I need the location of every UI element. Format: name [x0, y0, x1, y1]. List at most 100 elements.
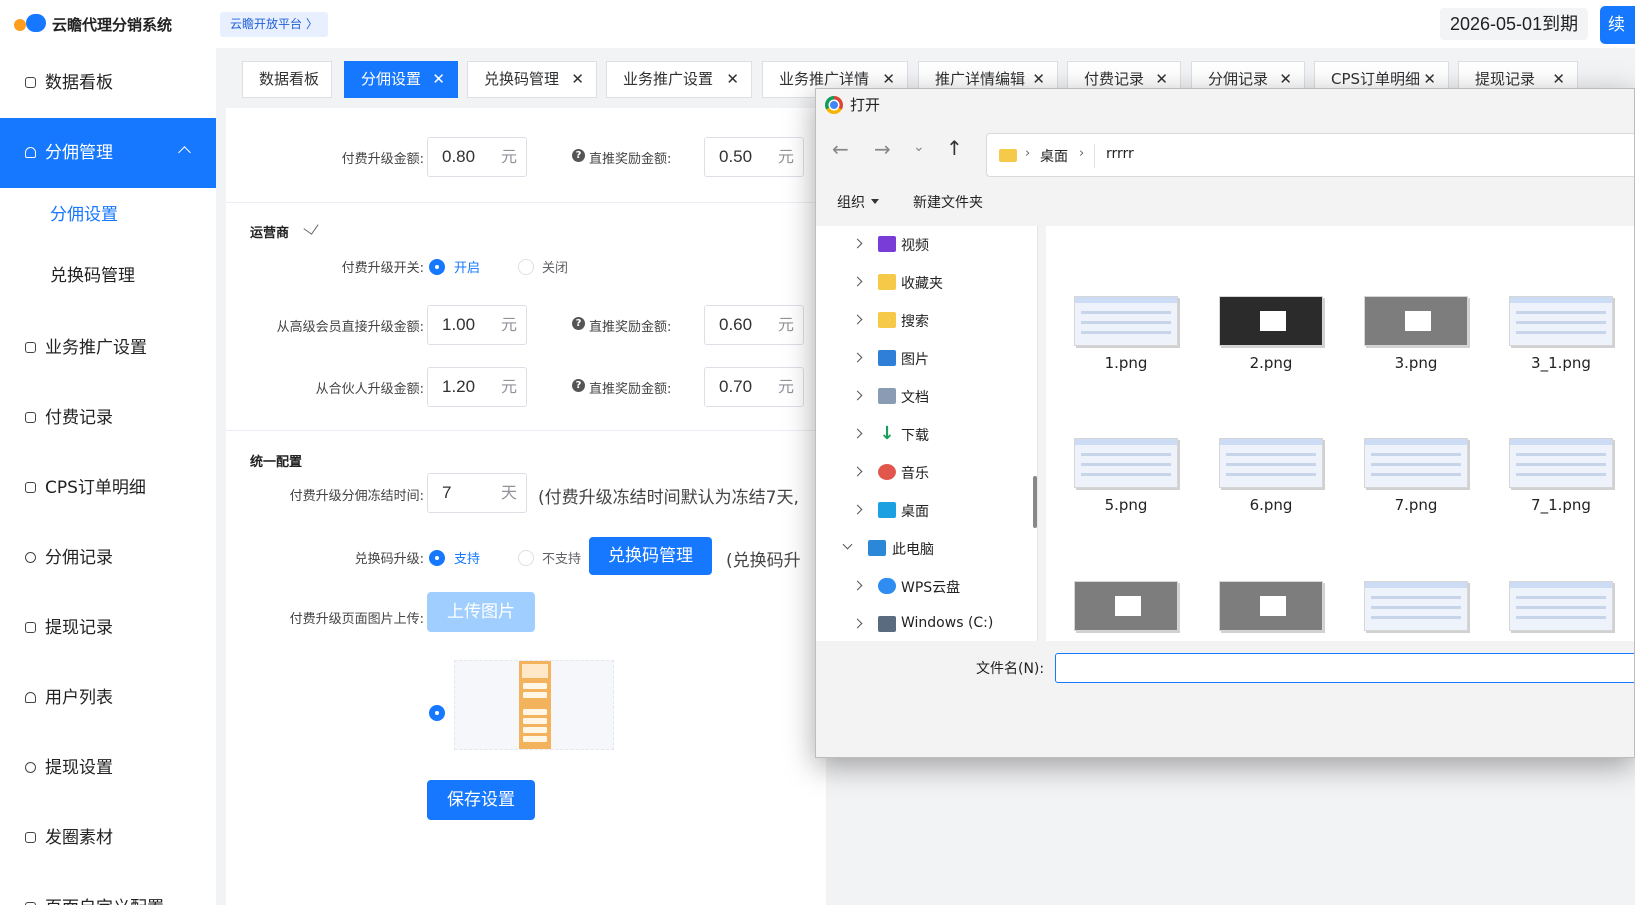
- tree-item-label: WPS云盘: [901, 580, 961, 596]
- freeze-time-input[interactable]: 7 天: [427, 473, 527, 513]
- tab-dashboard[interactable]: 数据看板: [242, 61, 332, 98]
- help-icon[interactable]: ?: [572, 379, 585, 392]
- file-thumbnail: [1219, 581, 1323, 631]
- sidebar-item-label: 提现设置: [45, 758, 113, 778]
- file-thumbnail: [1364, 296, 1468, 346]
- radio-on[interactable]: [429, 259, 445, 275]
- sidebar-item-payment-records[interactable]: 付费记录: [0, 383, 216, 453]
- sidebar-item-moments-material[interactable]: 发圈素材: [0, 803, 216, 873]
- radio-not-support[interactable]: [518, 550, 534, 566]
- chevron-right-icon[interactable]: [852, 428, 863, 439]
- redeem-manage-button[interactable]: 兑换码管理: [589, 537, 712, 575]
- help-icon[interactable]: ?: [572, 317, 585, 330]
- upgrade-amount-input[interactable]: 0.80 元: [427, 137, 527, 177]
- video-icon: [878, 236, 896, 252]
- sidebar-item-label: 付费记录: [45, 408, 113, 428]
- tree-item-pictures[interactable]: 图片: [816, 340, 1037, 378]
- close-icon[interactable]: ✕: [432, 62, 445, 97]
- cloud-icon: [878, 578, 896, 594]
- vip-bonus-input[interactable]: 0.60 元: [704, 305, 804, 345]
- tree-item-favorites[interactable]: 收藏夹: [816, 264, 1037, 302]
- sidebar-item-promotion-settings[interactable]: 业务推广设置: [0, 313, 216, 383]
- help-icon[interactable]: ?: [572, 149, 585, 162]
- partner-upgrade-input[interactable]: 1.20 元: [427, 367, 527, 407]
- tree-item-label: 音乐: [901, 466, 929, 482]
- file-name: 6.png: [1249, 496, 1293, 514]
- drive-icon: [878, 616, 896, 632]
- chevron-down-icon[interactable]: ⌄: [913, 139, 925, 155]
- breadcrumb-current-folder[interactable]: rrrrr: [1106, 146, 1134, 162]
- sidebar-item-cps-orders[interactable]: CPS订单明细: [0, 453, 216, 523]
- payment-icon: [25, 412, 36, 423]
- input-value: 7: [442, 483, 452, 502]
- chevron-right-icon[interactable]: [852, 238, 863, 249]
- sidebar-item-withdraw-records[interactable]: 提现记录: [0, 593, 216, 663]
- radio-support[interactable]: [429, 550, 445, 566]
- chevron-right-icon[interactable]: [852, 504, 863, 515]
- organize-menu[interactable]: 组织: [837, 192, 865, 212]
- unit-yuan: 元: [500, 147, 517, 166]
- uploaded-image-preview: [454, 660, 614, 750]
- up-arrow-icon[interactable]: ↑: [946, 136, 963, 160]
- address-bar[interactable]: › 桌面 › rrrrr: [986, 133, 1634, 177]
- tab-redeem-codes[interactable]: 兑换码管理 ✕: [467, 61, 597, 98]
- tab-label: 业务推广详情: [779, 70, 870, 88]
- sidebar-item-page-config[interactable]: 页面自定义配置: [0, 873, 216, 905]
- chevron-right-icon[interactable]: [852, 314, 863, 325]
- new-folder-button[interactable]: 新建文件夹: [913, 192, 983, 212]
- tab-promotion-settings[interactable]: 业务推广设置 ✕: [606, 61, 752, 98]
- tree-item-drive-c[interactable]: Windows (C:): [816, 606, 1037, 641]
- settings-icon: [25, 762, 36, 773]
- chevron-right-icon[interactable]: [852, 466, 863, 477]
- chevron-down-icon[interactable]: [842, 539, 853, 550]
- file-name: 5.png: [1104, 496, 1148, 514]
- close-icon[interactable]: ✕: [571, 62, 584, 97]
- tree-scrollbar[interactable]: [1033, 476, 1037, 528]
- bonus-amount-input[interactable]: 0.50 元: [704, 137, 804, 177]
- radio-off[interactable]: [518, 259, 534, 275]
- chevron-right-icon[interactable]: [852, 618, 863, 629]
- tree-item-label: 文档: [901, 390, 929, 406]
- sidebar-item-dashboard[interactable]: 数据看板: [0, 48, 216, 118]
- vip-upgrade-input[interactable]: 1.00 元: [427, 305, 527, 345]
- tree-item-documents[interactable]: 文档: [816, 378, 1037, 416]
- sidebar-item-commission[interactable]: 分佣管理: [0, 118, 216, 188]
- tree-item-downloads[interactable]: ↓ 下载: [816, 416, 1037, 454]
- partner-bonus-input[interactable]: 0.70 元: [704, 367, 804, 407]
- tree-item-videos[interactable]: 视频: [816, 226, 1037, 264]
- tab-commission-settings[interactable]: 分佣设置 ✕: [344, 61, 458, 98]
- chevron-right-icon[interactable]: [852, 390, 863, 401]
- file-thumbnail: [1509, 581, 1613, 631]
- image-select-radio[interactable]: [429, 705, 445, 721]
- close-icon[interactable]: ✕: [726, 62, 739, 97]
- tab-label: 业务推广设置: [623, 70, 714, 88]
- tree-item-search[interactable]: 搜索: [816, 302, 1037, 340]
- save-settings-button[interactable]: 保存设置: [427, 780, 535, 820]
- filename-input[interactable]: [1055, 653, 1634, 683]
- bonus-amount-label: 直推奖励金额:: [589, 152, 672, 167]
- tab-label: 提现记录: [1475, 70, 1536, 88]
- sidebar-item-withdraw-settings[interactable]: 提现设置: [0, 733, 216, 803]
- forward-arrow-icon[interactable]: →: [874, 137, 891, 161]
- edit-icon[interactable]: [303, 219, 319, 235]
- open-platform-link[interactable]: 云瞻开放平台 〉: [220, 12, 328, 37]
- chevron-right-icon[interactable]: [852, 352, 863, 363]
- file-icon: [25, 622, 36, 633]
- sidebar-subitem-redeem-codes[interactable]: 兑换码管理: [50, 261, 135, 286]
- sidebar-subitem-commission-settings[interactable]: 分佣设置: [50, 200, 118, 225]
- sidebar-item-commission-records[interactable]: 分佣记录: [0, 523, 216, 593]
- unit-day: 天: [500, 483, 517, 502]
- chevron-right-icon[interactable]: [852, 276, 863, 287]
- file-thumbnail: [1074, 581, 1178, 631]
- chevron-right-icon[interactable]: [852, 580, 863, 591]
- renew-button[interactable]: 续: [1600, 6, 1635, 44]
- back-arrow-icon[interactable]: ←: [832, 137, 849, 161]
- sidebar-item-user-list[interactable]: 用户列表: [0, 663, 216, 733]
- upload-image-button[interactable]: 上传图片: [427, 592, 535, 632]
- tree-item-this-pc[interactable]: 此电脑: [816, 530, 1037, 568]
- tree-item-music[interactable]: 音乐: [816, 454, 1037, 492]
- breadcrumb-desktop[interactable]: 桌面: [1040, 146, 1068, 166]
- tree-item-wps-cloud[interactable]: WPS云盘: [816, 568, 1037, 606]
- music-icon: [878, 464, 896, 480]
- tree-item-desktop[interactable]: 桌面: [816, 492, 1037, 530]
